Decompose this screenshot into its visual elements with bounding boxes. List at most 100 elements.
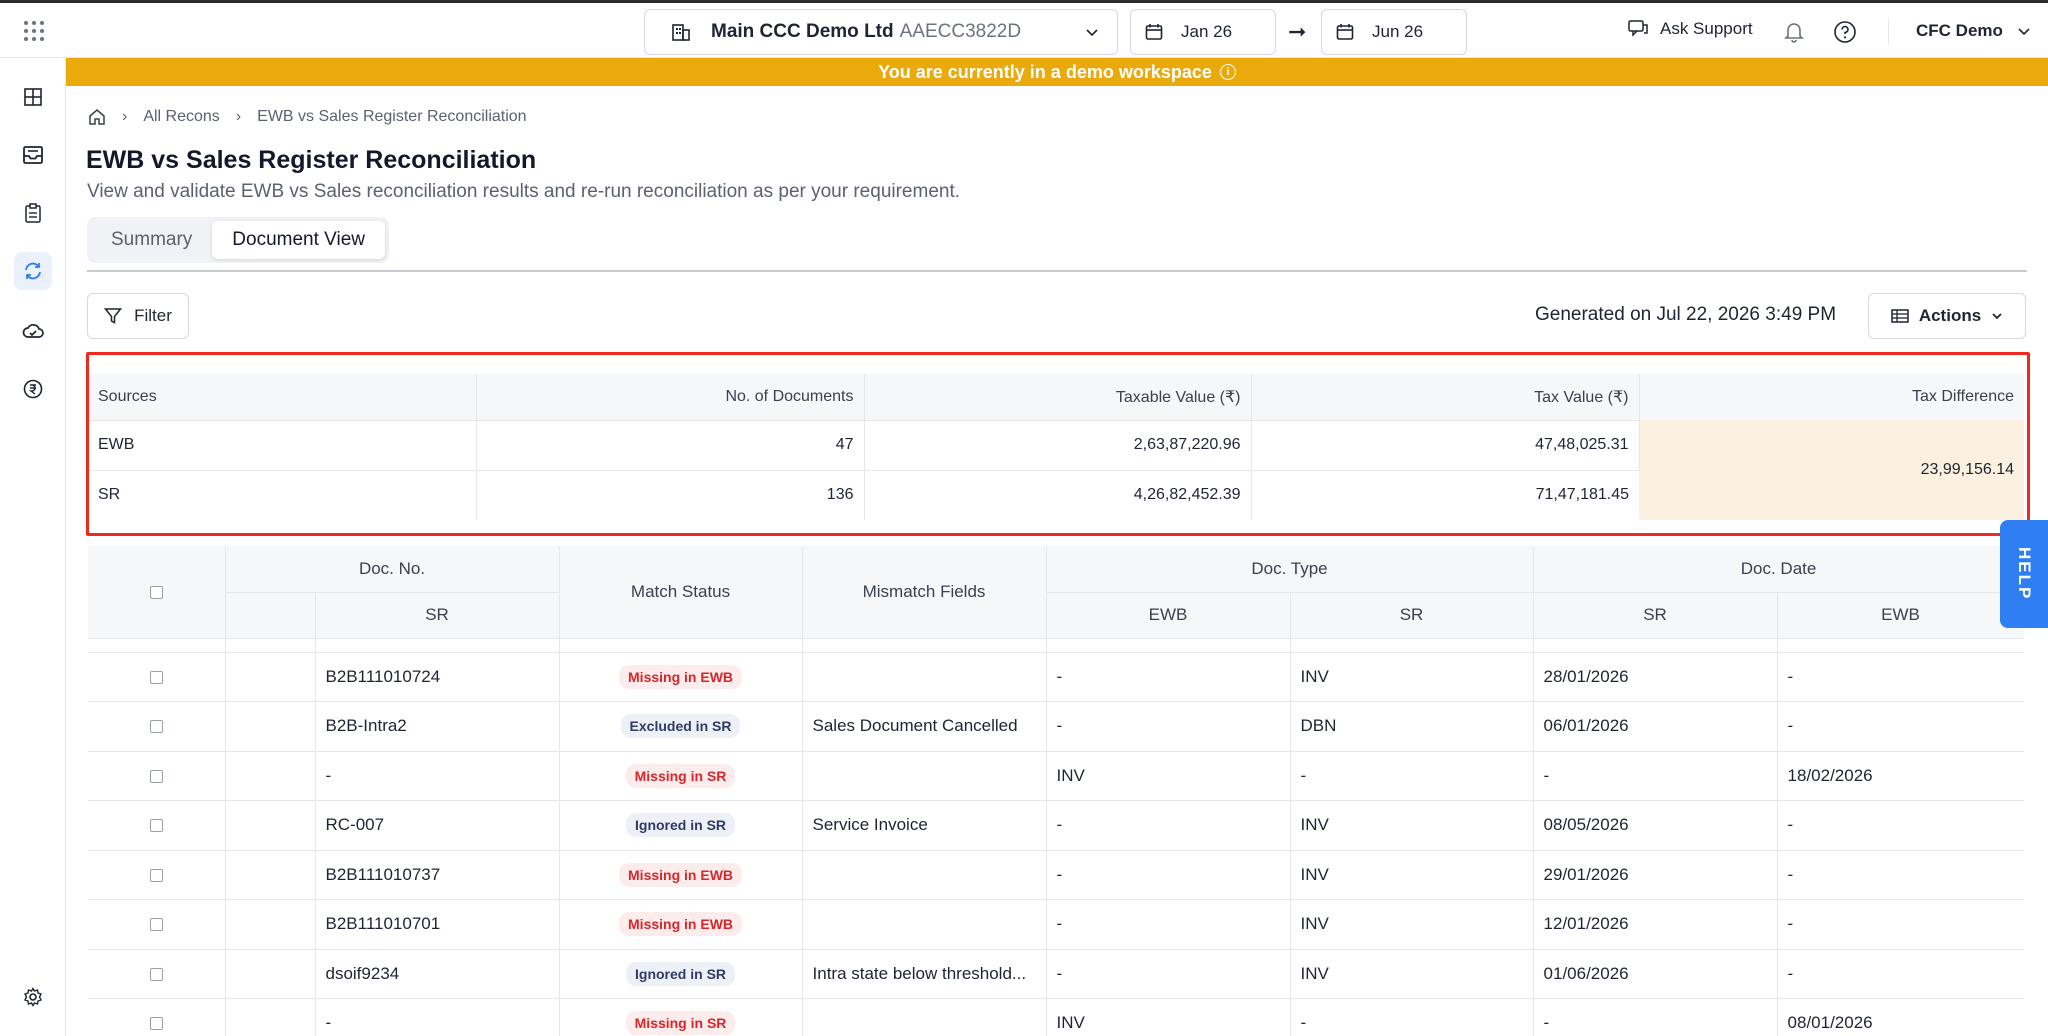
row-checkbox-cell[interactable] [88,800,226,851]
doc-type-sr-cell: - [1290,751,1534,801]
view-tabs: Summary Document View [87,217,390,263]
summary-taxable: 4,26,82,452.39 [864,469,1252,520]
row-checkbox[interactable] [149,868,163,882]
doc-type-ewb-cell: - [1046,701,1291,752]
sidebar-cloud[interactable] [14,312,52,350]
chevron-down-icon [2018,28,2030,36]
document-table-container[interactable]: Doc. No. Match Status Mismatch Fields Do… [88,546,2024,1036]
row-checkbox[interactable] [149,769,163,783]
match-status-cell: Excluded in SR [559,701,803,752]
row-checkbox-cell[interactable] [88,652,226,702]
status-badge: Ignored in SR [626,961,736,986]
sidebar-dashboard[interactable] [14,78,52,116]
help-circle-icon[interactable] [1833,20,1857,44]
ask-support-button[interactable]: Ask Support [1628,19,1753,39]
doc-type-ewb-cell: - [1046,800,1291,851]
status-badge: Excluded in SR [620,714,741,739]
row-checkbox-cell[interactable] [88,701,226,752]
match-status-cell: Missing in SR [559,751,803,801]
sidebar-payments[interactable] [14,370,52,408]
select-all-checkbox[interactable] [149,585,163,599]
actions-label: Actions [1918,306,1982,325]
tab-summary[interactable]: Summary [91,221,212,259]
breadcrumb-all-recons[interactable]: All Recons [143,108,219,126]
sidebar-reconciliation[interactable] [14,252,52,290]
match-status-cell: Missing in EWB [559,850,803,900]
row-checkbox-cell[interactable] [88,899,226,950]
app-launcher-icon[interactable] [24,21,44,41]
table-row[interactable]: B2B-Intra2 Excluded in SR Sales Document C… [88,701,2024,752]
status-badge: Missing in EWB [619,664,743,689]
mismatch-fields-cell: Service Invoice [802,800,1047,851]
row-checkbox-cell[interactable] [88,751,226,801]
page-title: EWB vs Sales Register Reconciliation [86,146,537,174]
doc-no-sr-cell: - [315,751,560,801]
doc-type-ewb-cell: INV [1046,998,1291,1036]
table-row-partial [88,638,2024,653]
date-to-picker[interactable]: Jun 26 [1321,9,1467,55]
doc-date-sr-cell: 12/01/2026 [1533,899,1778,950]
row-checkbox[interactable] [149,819,163,833]
ask-support-label: Ask Support [1660,19,1753,38]
info-icon[interactable]: i [1219,64,1236,80]
table-row[interactable]: dsoif9234 Ignored in SR Intra state below … [88,949,2024,999]
organization-selector[interactable]: Main CCC Demo Ltd AAECC3822D [644,9,1118,55]
bell-icon[interactable] [1784,21,1804,43]
row-checkbox-cell[interactable] [88,949,226,999]
row-checkbox-cell[interactable] [88,998,226,1036]
table-row[interactable]: B2B111010724 Missing in EWB - INV 28/01/2026… [88,652,2024,702]
row-checkbox[interactable] [149,1017,163,1031]
doc-no-ewb-cell [225,949,316,999]
document-header-row-2: SR EWB SR SR EWB [88,592,2024,639]
row-checkbox[interactable] [149,967,163,981]
table-row[interactable]: - Missing in SR INV - -18/02/2026 [88,751,2024,801]
table-row[interactable]: B2B111010737 Missing in EWB - INV 29/01/2026… [88,850,2024,900]
status-badge: Missing in EWB [619,862,743,887]
table-row[interactable]: B2B111010701 Missing in EWB - INV 12/01/2026… [88,899,2024,950]
row-checkbox[interactable] [149,918,163,932]
summary-header-row: Sources No. of Documents Taxable Value (… [88,374,2024,420]
tab-document-view[interactable]: Document View [212,221,386,259]
sidebar-reports[interactable] [14,194,52,232]
chat-icon [1628,20,1648,37]
filter-label: Filter [134,306,172,325]
doc-type-ewb-cell: INV [1046,751,1291,801]
doc-no-ewb-cell [225,751,316,801]
breadcrumb-current: EWB vs Sales Register Reconciliation [257,108,527,125]
match-status-cell: Missing in SR [559,998,803,1036]
table-row[interactable]: RC-007 Ignored in SR Service Invoice - INV 08… [88,800,2024,851]
table-row[interactable]: - Missing in SR INV - -08/01/2026 [88,998,2024,1036]
user-menu[interactable]: CFC Demo [1916,21,2031,41]
doc-date-ewb-cell: - [1777,652,2024,702]
row-checkbox[interactable] [149,670,163,684]
organization-name: Main CCC Demo Ltd [711,21,894,42]
header-doc-date-sr: SR [1533,592,1778,639]
doc-date-ewb-cell: - [1777,899,2024,950]
header-divider [1888,19,1889,45]
chevron-down-icon [1086,29,1098,37]
clipboard-icon [25,203,41,223]
row-checkbox[interactable] [149,720,163,734]
doc-no-sr-cell: dsoif9234 [315,949,560,999]
doc-no-ewb-cell [225,701,316,752]
mismatch-fields-cell [802,850,1047,900]
calendar-icon [1336,24,1354,40]
help-button[interactable]: HELP [2000,520,2048,628]
doc-date-ewb-cell: - [1777,850,2024,900]
demo-banner-text: You are currently in a demo workspace [878,61,1212,82]
mismatch-fields-cell [802,652,1047,702]
row-checkbox-cell[interactable] [88,850,226,900]
sidebar [0,58,66,1036]
doc-type-sr-cell: INV [1290,652,1534,702]
home-icon[interactable] [88,108,106,126]
match-status-cell: Missing in EWB [559,899,803,950]
match-status-cell: Ignored in SR [559,949,803,999]
sidebar-settings[interactable] [14,978,52,1016]
actions-button[interactable]: Actions [1868,293,2026,339]
select-all-cell[interactable] [88,546,226,639]
doc-date-ewb-cell: 18/02/2026 [1777,751,2024,801]
date-from-picker[interactable]: Jan 26 [1130,9,1276,55]
mismatch-fields-cell: Intra state below threshold... [802,949,1047,999]
filter-button[interactable]: Filter [87,293,189,339]
sidebar-inbox[interactable] [14,136,52,174]
